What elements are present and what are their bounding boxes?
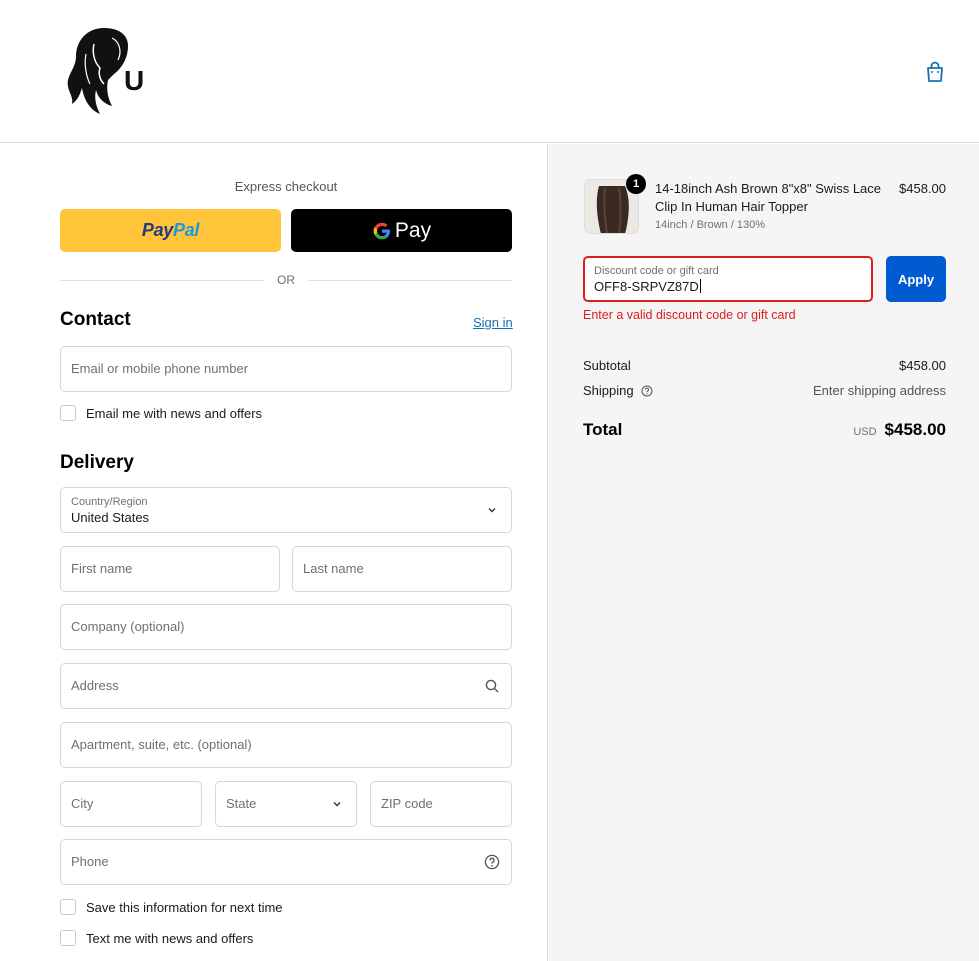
discount-error-message: Enter a valid discount code or gift card [583,308,796,322]
site-header: U [0,0,979,143]
phone-field[interactable]: Phone [60,839,512,885]
contact-title: Contact [60,309,131,330]
google-g-icon [373,222,390,239]
zip-field[interactable]: ZIP code [370,781,512,827]
chevron-down-icon [333,802,341,807]
email-news-checkbox-row[interactable]: Email me with news and offers [60,405,262,421]
shopping-bag-icon[interactable] [922,59,948,85]
express-checkout-title: Express checkout [234,179,338,194]
sign-in-link[interactable]: Sign in [473,315,513,330]
discount-code-field[interactable]: Discount code or gift card OFF8-SRPVZ87D [583,256,873,302]
google-pay-button[interactable]: Pay [291,209,512,252]
shipping-label: Shipping [583,383,634,398]
delivery-title: Delivery [60,452,134,473]
last-name-field[interactable]: Last name [292,546,512,592]
total-amount: $458.00 [884,420,946,439]
first-name-field[interactable]: First name [60,546,280,592]
paypal-button[interactable]: PayPal [60,209,281,252]
quantity-badge: 1 [626,174,646,194]
product-variant: 14inch / Brown / 130% [655,219,766,231]
company-field[interactable]: Company (optional) [60,604,512,650]
save-info-checkbox[interactable] [60,899,76,915]
text-offers-checkbox-row[interactable]: Text me with news and offers [60,930,253,946]
save-info-checkbox-row[interactable]: Save this information for next time [60,899,283,915]
email-news-label: Email me with news and offers [86,405,263,421]
order-summary: 1 14-18inch Ash Brown 8"x8" Swiss Lace C… [547,144,979,961]
help-circle-icon[interactable] [484,854,500,870]
state-select[interactable]: State [215,781,357,827]
subtotal-label: Subtotal [583,358,631,373]
subtotal-value: $458.00 [899,358,946,373]
help-circle-icon[interactable] [641,385,653,397]
city-field[interactable]: City [60,781,202,827]
save-info-label: Save this information for next time [86,899,283,915]
or-divider: OR [60,272,512,288]
apartment-field[interactable]: Apartment, suite, etc. (optional) [60,722,512,768]
apply-discount-button[interactable]: Apply [886,256,946,302]
total-amount-group: USD $458.00 [853,420,946,440]
total-label: Total [583,420,623,439]
text-offers-label: Text me with news and offers [86,930,254,946]
chevron-down-icon [488,508,496,513]
shipping-label-row: Shipping [583,383,653,398]
checkout-form: Express checkout PayPal Pay OR Contact S… [0,144,547,961]
product-name: 14-18inch Ash Brown 8"x8" Swiss Lace Cli… [655,181,882,214]
currency-code: USD [853,426,877,438]
svg-text:U: U [124,65,144,96]
search-icon [485,679,499,693]
country-select[interactable]: Country/Region United States [60,487,512,533]
text-offers-checkbox[interactable] [60,930,76,946]
paypal-logo: PayPal [141,220,200,240]
product-price: $458.00 [899,181,946,196]
brand-logo[interactable]: U [64,24,154,119]
email-news-checkbox[interactable] [60,405,76,421]
shipping-value: Enter shipping address [813,383,946,398]
email-field[interactable]: Email or mobile phone number [60,346,512,392]
address-field[interactable]: Address [60,663,512,709]
